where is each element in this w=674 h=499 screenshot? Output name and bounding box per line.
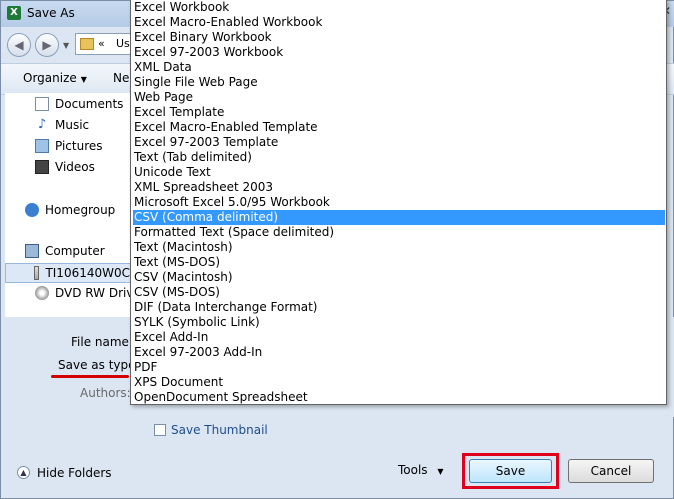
- hide-folders-button[interactable]: Hide Folders: [37, 466, 112, 480]
- sidebar-item-local-drive[interactable]: TI106140W0C: [5, 263, 131, 283]
- save-as-type-label: Save as type:: [58, 358, 140, 372]
- dropdown-option[interactable]: DIF (Data Interchange Format): [133, 300, 665, 315]
- save-button[interactable]: Save: [469, 459, 552, 483]
- dropdown-option[interactable]: PDF: [133, 360, 665, 375]
- save-thumbnail-checkbox[interactable]: [154, 424, 166, 436]
- sidebar-item-label: Documents: [55, 97, 124, 111]
- organize-button[interactable]: Organize ▼: [23, 71, 87, 85]
- dropdown-option[interactable]: Excel Add-In: [133, 330, 665, 345]
- save-thumbnail-label[interactable]: Save Thumbnail: [171, 423, 268, 437]
- dropdown-option[interactable]: Excel Binary Workbook: [133, 30, 665, 45]
- dropdown-option[interactable]: Excel 97-2003 Add-In: [133, 345, 665, 360]
- tools-label: Tools: [398, 463, 428, 477]
- dropdown-option[interactable]: Text (Macintosh): [133, 240, 665, 255]
- sidebar-item-label: Homegroup: [45, 203, 116, 217]
- dropdown-option[interactable]: SYLK (Symbolic Link): [133, 315, 665, 330]
- sidebar-item-dvd-drive[interactable]: DVD RW Drive: [35, 286, 141, 300]
- dropdown-option[interactable]: Excel Workbook: [133, 0, 665, 15]
- dropdown-option[interactable]: Excel 97-2003 Workbook: [133, 45, 665, 60]
- back-icon[interactable]: ◀: [7, 33, 31, 57]
- music-icon: ♪: [37, 117, 47, 132]
- tools-button[interactable]: Tools ▼: [398, 463, 444, 477]
- new-folder-button[interactable]: Ne: [113, 71, 129, 85]
- sidebar-item-documents[interactable]: Documents: [35, 97, 123, 111]
- dropdown-option[interactable]: CSV (Macintosh): [133, 270, 665, 285]
- sidebar-item-label: Videos: [55, 160, 95, 174]
- dropdown-option[interactable]: Unicode Text: [133, 165, 665, 180]
- sidebar-item-pictures[interactable]: Pictures: [35, 139, 103, 153]
- sidebar-item-computer[interactable]: Computer: [25, 244, 105, 258]
- dropdown-option[interactable]: Excel 97-2003 Template: [133, 135, 665, 150]
- videos-icon: [35, 160, 49, 174]
- forward-icon[interactable]: ▶: [35, 33, 59, 57]
- sidebar-item-label: Computer: [45, 244, 105, 258]
- save-as-type-dropdown-list[interactable]: Excel Workbook Excel Macro-Enabled Workbo…: [130, 0, 667, 405]
- documents-icon: [35, 97, 49, 111]
- dropdown-option[interactable]: Microsoft Excel 5.0/95 Workbook: [133, 195, 665, 210]
- navigation-pane: Documents ♪ Music Pictures Videos Homegr…: [5, 93, 141, 317]
- dropdown-option[interactable]: Text (Tab delimited): [133, 150, 665, 165]
- excel-app-icon: X: [7, 6, 21, 20]
- dvd-icon: [35, 286, 49, 300]
- address-text: Us: [116, 37, 130, 50]
- file-name-label: File name:: [71, 335, 133, 349]
- homegroup-icon: [25, 203, 39, 217]
- drive-icon: [34, 266, 40, 280]
- dropdown-option[interactable]: CSV (MS-DOS): [133, 285, 665, 300]
- sidebar-item-videos[interactable]: Videos: [35, 160, 95, 174]
- recent-pages-chevron-icon[interactable]: ▼: [63, 41, 69, 50]
- chevron-down-icon: ▼: [80, 75, 87, 84]
- authors-label: Authors:: [80, 386, 131, 400]
- sidebar-item-label: DVD RW Drive: [55, 286, 141, 300]
- dropdown-option[interactable]: CSV (Comma delimited): [133, 210, 665, 225]
- sidebar-item-label: TI106140W0C: [45, 266, 130, 280]
- dropdown-option[interactable]: XPS Document: [133, 375, 665, 390]
- annotation-underline: [51, 375, 129, 378]
- dropdown-option[interactable]: Text (MS-DOS): [133, 255, 665, 270]
- sidebar-item-label: Pictures: [55, 139, 103, 153]
- pictures-icon: [35, 139, 49, 153]
- cancel-button[interactable]: Cancel: [568, 459, 654, 483]
- dropdown-option[interactable]: Excel Macro-Enabled Workbook: [133, 15, 665, 30]
- address-overflow-icon[interactable]: «: [98, 37, 105, 50]
- dropdown-option[interactable]: Single File Web Page: [133, 75, 665, 90]
- sidebar-item-label: Music: [55, 118, 90, 132]
- folder-icon: [80, 38, 94, 50]
- dropdown-option[interactable]: Formatted Text (Space delimited): [133, 225, 665, 240]
- dropdown-option[interactable]: Excel Template: [133, 105, 665, 120]
- dropdown-option[interactable]: XML Data: [133, 60, 665, 75]
- organize-label: Organize: [23, 71, 77, 85]
- sidebar-item-music[interactable]: ♪ Music: [35, 117, 90, 133]
- chevron-up-icon[interactable]: ▲: [17, 466, 30, 479]
- chevron-down-icon: ▼: [437, 467, 444, 476]
- dropdown-option[interactable]: Web Page: [133, 90, 665, 105]
- address-bar[interactable]: « Us: [75, 33, 135, 55]
- window-title: Save As: [27, 6, 75, 20]
- dropdown-option[interactable]: Excel Macro-Enabled Template: [133, 120, 665, 135]
- dropdown-option[interactable]: OpenDocument Spreadsheet: [133, 390, 665, 405]
- dropdown-option[interactable]: XML Spreadsheet 2003: [133, 180, 665, 195]
- save-as-dialog: X Save As ✕ ◀ ▶ ▼ « Us ▲ Organize▼ Ne Do…: [0, 0, 674, 499]
- computer-icon: [25, 244, 39, 258]
- sidebar-item-homegroup[interactable]: Homegroup: [25, 203, 115, 217]
